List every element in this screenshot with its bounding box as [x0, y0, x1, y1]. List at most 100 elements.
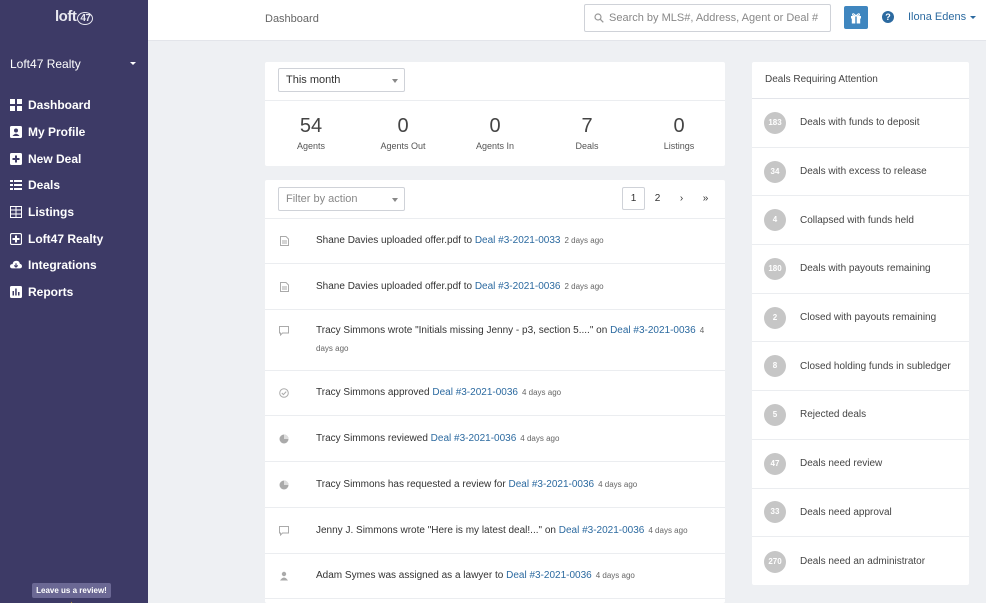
deal-link[interactable]: Deal #3-2021-0036 — [559, 525, 645, 536]
action-filter-select[interactable]: Filter by action — [278, 187, 405, 211]
plus-square-icon — [10, 152, 22, 165]
pie-icon — [279, 434, 289, 444]
gift-button[interactable] — [844, 6, 868, 29]
activity-text: Shane Davies uploaded offer.pdf to — [316, 235, 475, 246]
sidebar-item-label: Listings — [28, 205, 75, 220]
attention-item[interactable]: 4 Collapsed with funds held — [752, 196, 969, 246]
help-icon[interactable]: ? — [882, 11, 894, 23]
attention-item[interactable]: 33 Deals need approval — [752, 489, 969, 538]
sidebar-item-new-deal[interactable]: New Deal — [10, 145, 103, 172]
leave-review-button[interactable]: Leave us a review! ★ — [32, 583, 111, 603]
attention-label: Deals with funds to deposit — [800, 117, 920, 129]
stat-label: Agents Out — [380, 141, 426, 151]
count-badge: 33 — [764, 501, 786, 524]
dashboard-icon — [10, 99, 22, 112]
stat-value: 0 — [397, 115, 409, 137]
count-badge: 4 — [764, 209, 786, 232]
page-2-button[interactable]: 2 — [646, 187, 669, 210]
sidebar-item-integrations[interactable]: Integrations — [10, 252, 103, 279]
deal-link[interactable]: Deal #3-2021-0036 — [508, 479, 594, 490]
stat-label: Agents — [296, 141, 326, 151]
list-icon — [10, 179, 22, 191]
sidebar-item-loft47-realty[interactable]: Loft47 Realty — [10, 225, 103, 252]
chevron-down-icon — [392, 198, 398, 202]
activity-time: 4 days ago — [520, 433, 560, 443]
activity-text: Shane Davies uploaded offer.pdf to — [316, 280, 475, 292]
attention-label: Deals need approval — [800, 506, 892, 518]
activity-text: Jenny J. Simmons wrote "Here is my lates… — [316, 524, 559, 536]
search-icon — [594, 13, 604, 23]
deal-link[interactable]: Deal #3-2021-0036 — [431, 433, 517, 444]
attention-item[interactable]: 2 Closed with payouts remaining — [752, 294, 969, 343]
count-badge: 5 — [764, 403, 786, 426]
search-box[interactable] — [584, 4, 831, 32]
attention-item[interactable]: 47 Deals need review — [752, 440, 969, 489]
stat-deals: 7 Deals — [541, 101, 633, 166]
activity-feed: Shane Davies uploaded offer.pdf to Deal … — [265, 218, 725, 599]
deal-link[interactable]: Deal #3-2021-0036 — [475, 281, 561, 292]
sidebar-item-reports[interactable]: Reports — [10, 279, 103, 306]
stat-value: 0 — [673, 115, 685, 137]
file-icon — [279, 281, 289, 292]
sidebar-item-label: New Deal — [28, 151, 82, 166]
count-badge: 180 — [764, 257, 786, 280]
activity-text: Tracy Simmons approved — [316, 387, 433, 398]
search-input[interactable] — [609, 5, 827, 31]
sidebar-item-my-profile[interactable]: My Profile — [10, 119, 103, 146]
sidebar-item-dashboard[interactable]: Dashboard — [10, 92, 103, 119]
activity-row: Tracy Simmons has requested a review for… — [265, 462, 725, 508]
count-badge: 8 — [764, 355, 786, 378]
breadcrumb: Dashboard — [265, 13, 319, 25]
sidebar-item-label: Integrations — [28, 258, 97, 273]
sidebar-item-label: Loft47 Realty — [28, 231, 104, 246]
chevron-down-icon — [392, 79, 398, 83]
attention-label: Deals need review — [800, 458, 883, 470]
stat-label: Deals — [575, 141, 599, 151]
attention-list: 183 Deals with funds to deposit 34 Deals w… — [752, 99, 969, 586]
deal-link[interactable]: Deal #3-2021-0036 — [506, 570, 592, 581]
activity-text: Adam Symes was assigned as a lawyer to — [316, 570, 507, 581]
building-icon — [10, 206, 22, 219]
last-page-button[interactable]: » — [694, 187, 717, 210]
logo[interactable]: loft 47 — [55, 8, 94, 25]
period-select[interactable]: This month — [278, 68, 405, 92]
stats-card: This month 54 Agents 0 Agents Out 0 Agents … — [265, 62, 725, 166]
user-menu[interactable]: Ilona Edens — [908, 11, 977, 23]
stats-row: 54 Agents 0 Agents Out 0 Agents In 7 Deals 0… — [265, 100, 725, 166]
check-circle-icon — [279, 388, 289, 398]
next-page-button[interactable]: › — [670, 187, 693, 210]
activity-row: Adam Symes was assigned as a lawyer to D… — [265, 554, 725, 599]
bar-chart-icon — [10, 286, 22, 299]
activity-row: Shane Davies uploaded offer.pdf to Deal … — [265, 264, 725, 310]
activity-time: 2 days ago — [564, 236, 604, 245]
filter-placeholder: Filter by action — [286, 193, 358, 205]
sidebar: loft 47 Loft47 Realty Dashboard My Profil… — [0, 0, 148, 603]
activity-time: 2 days ago — [564, 281, 604, 291]
comment-icon — [279, 326, 289, 336]
attention-item[interactable]: 270 Deals need an administrator — [752, 537, 969, 586]
attention-item[interactable]: 8 Closed holding funds in subledger — [752, 342, 969, 392]
activity-text: Tracy Simmons has requested a review for — [316, 478, 509, 490]
user-icon — [279, 571, 289, 581]
org-name: Loft47 Realty — [10, 57, 81, 71]
attention-item[interactable]: 5 Rejected deals — [752, 391, 969, 440]
cloud-download-icon — [10, 259, 22, 271]
org-switcher[interactable]: Loft47 Realty — [10, 57, 140, 71]
sidebar-item-label: My Profile — [28, 125, 86, 140]
deal-link[interactable]: Deal #3-2021-0033 — [475, 235, 561, 246]
deal-link[interactable]: Deal #3-2021-0036 — [610, 325, 696, 336]
sidebar-item-deals[interactable]: Deals — [10, 172, 103, 199]
attention-item[interactable]: 183 Deals with funds to deposit — [752, 99, 969, 148]
activity-text: Tracy Simmons wrote "Initials missing Je… — [316, 325, 611, 336]
attention-item[interactable]: 180 Deals with payouts remaining — [752, 245, 969, 294]
attention-label: Deals with payouts remaining — [800, 263, 931, 275]
attention-label: Deals need an administrator — [800, 556, 926, 568]
comment-icon — [279, 525, 289, 536]
sidebar-item-listings[interactable]: Listings — [10, 199, 103, 226]
activity-time: 4 days ago — [648, 525, 688, 535]
page-1-button[interactable]: 1 — [622, 187, 645, 210]
deal-link[interactable]: Deal #3-2021-0036 — [432, 387, 518, 398]
attention-item[interactable]: 34 Deals with excess to release — [752, 148, 969, 197]
count-badge: 34 — [764, 160, 786, 183]
activity-time: 4 days ago — [595, 571, 635, 580]
